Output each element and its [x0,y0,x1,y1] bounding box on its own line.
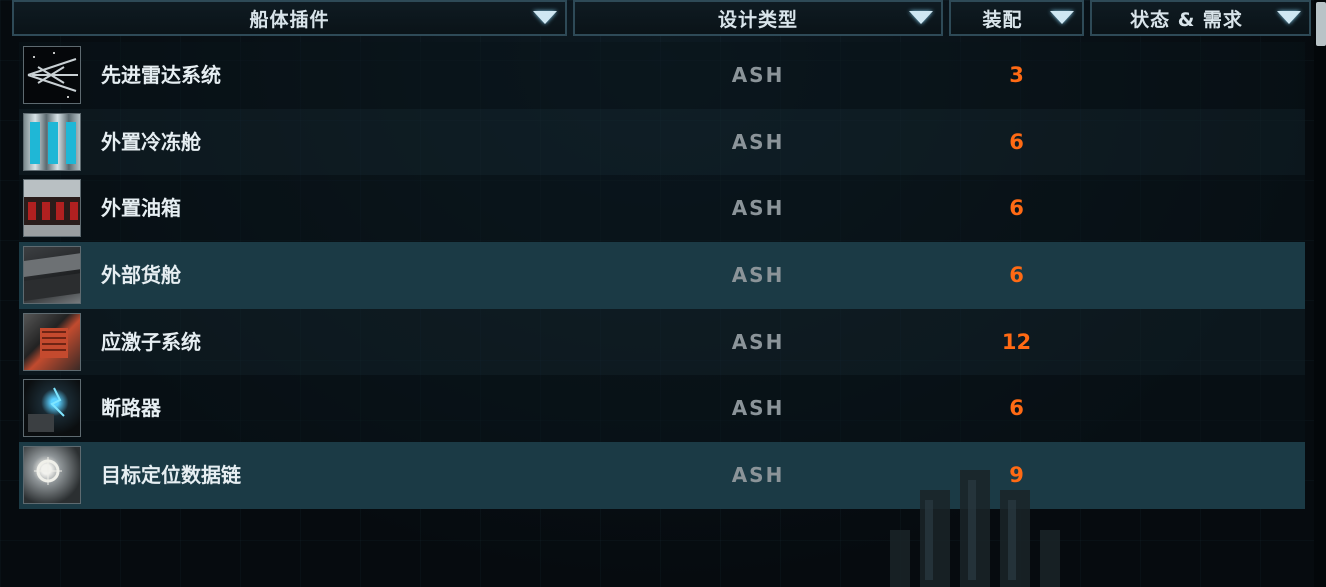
list-item[interactable]: 应激子系统 ASH 12 [19,308,1305,376]
list-item[interactable]: 先进雷达系统 ASH 3 [19,42,1305,109]
targeting-datalink-icon [23,446,81,505]
list-item[interactable]: 外部货舱 ASH 6 [19,242,1305,309]
item-ordnance-cost: 6 [1009,129,1024,154]
item-name: 断路器 [101,396,161,421]
fuel-tank-icon [23,179,81,238]
sort-dropdown-icon[interactable] [1050,11,1074,24]
item-name: 应激子系统 [101,329,201,354]
item-name: 目标定位数据链 [101,463,241,488]
column-header-ordnance-label: 装配 [982,8,1023,31]
list-item[interactable]: 外置油箱 ASH 6 [19,175,1305,243]
column-header-design-type-label: 设计类型 [717,8,798,31]
sort-dropdown-icon[interactable] [533,11,557,24]
item-name: 外置油箱 [101,196,181,221]
list-item[interactable]: 断路器 ASH 6 [19,375,1305,443]
scrollbar[interactable] [1314,0,1326,587]
circuit-breaker-icon [23,379,81,438]
scrollbar-thumb[interactable] [1316,2,1326,46]
list-item[interactable]: 目标定位数据链 ASH 9 [19,442,1305,509]
sort-dropdown-icon[interactable] [1277,11,1301,24]
item-design-type: ASH [731,129,785,154]
item-name: 先进雷达系统 [101,63,221,87]
graviton-system-icon [23,312,81,371]
item-ordnance-cost: 12 [1001,329,1032,354]
column-header-name-label: 船体插件 [249,8,330,31]
item-design-type: ASH [731,463,785,488]
item-design-type: ASH [731,63,785,87]
cryo-pod-icon [23,112,81,171]
sort-dropdown-icon[interactable] [909,11,933,24]
item-design-type: ASH [731,263,785,288]
column-header-name[interactable]: 船体插件 [12,0,567,36]
item-design-type: ASH [731,196,785,221]
list-item[interactable]: 外置冷冻舱 ASH 6 [19,108,1305,176]
column-header-ordnance[interactable]: 装配 [949,0,1084,36]
radar-icon [23,46,81,104]
column-header-status[interactable]: 状态 & 需求 [1090,0,1311,36]
item-ordnance-cost: 6 [1009,196,1024,221]
item-design-type: ASH [731,396,785,421]
item-ordnance-cost: 6 [1009,263,1024,288]
hullmod-list: 先进雷达系统 ASH 3 外置冷冻舱 ASH 6 外置油箱 ASH 6 外部货舱… [19,42,1305,509]
item-ordnance-cost: 6 [1009,396,1024,421]
column-header-design-type[interactable]: 设计类型 [573,0,943,36]
hullmod-panel: 额外改造...(0) 船体插件 设计类型 装配 状态 & 需求 先进雷达系统 A… [0,0,1326,587]
item-name: 外部货舱 [101,263,181,288]
cargo-pod-icon [23,246,81,305]
item-ordnance-cost: 9 [1009,463,1024,488]
column-header-status-label: 状态 & 需求 [1130,8,1243,31]
item-ordnance-cost: 3 [1009,63,1024,87]
item-design-type: ASH [731,329,785,354]
item-name: 外置冷冻舱 [101,129,201,154]
